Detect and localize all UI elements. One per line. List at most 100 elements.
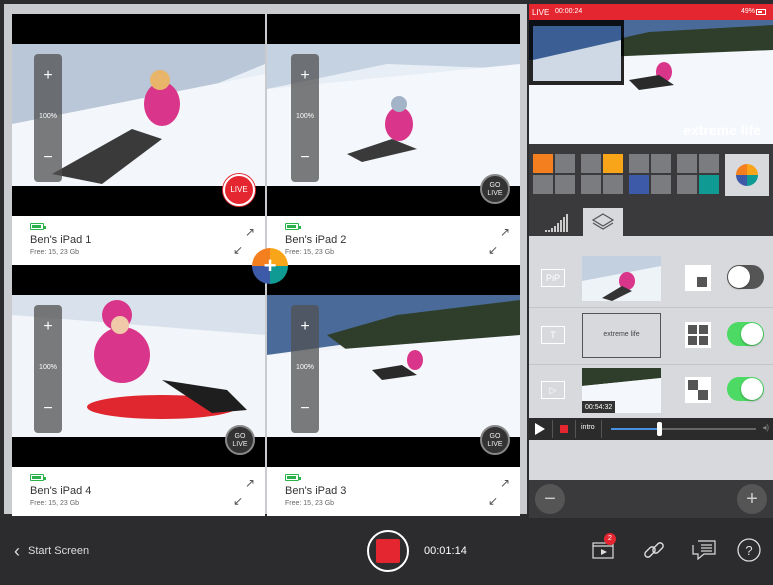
clip-progress-slider[interactable] [611, 422, 756, 436]
battery-icon [756, 9, 766, 15]
zoom-control-2[interactable]: + 100% − [291, 54, 319, 182]
camera-cell-4[interactable]: + 100% − GO LIVE Ben's iPad 4 Free: 15, … [12, 265, 265, 516]
zoom-in-button-1[interactable]: + [34, 68, 62, 84]
expand-icon-3[interactable]: ↗ ↙ [488, 477, 510, 507]
zoom-out-button-3[interactable]: − [291, 401, 319, 417]
multiview-icon [736, 164, 758, 186]
go-live-label: LIVE [487, 441, 503, 448]
camera-info-2: Ben's iPad 2 Free: 15, 23 Gb ↗ ↙ [267, 216, 520, 265]
toggle-knob [741, 378, 763, 400]
layout-option-multi[interactable] [725, 154, 769, 196]
camera-cell-3[interactable]: + 100% − GO LIVE Ben's iPad 3 Free: 15, … [267, 265, 520, 516]
toggle-knob [728, 266, 750, 288]
link-button[interactable] [640, 536, 668, 564]
camera-feed-1[interactable]: + 100% − LIVE [12, 14, 265, 216]
clip-duration: 00:54:32 [585, 404, 613, 411]
go-live-button-3[interactable]: GO LIVE [480, 425, 510, 455]
zoom-control-1[interactable]: + 100% − [34, 54, 62, 182]
zoom-out-button-1[interactable]: − [34, 150, 62, 166]
layout-option-2[interactable] [581, 154, 625, 196]
svg-text:?: ? [745, 543, 752, 558]
bottom-toolbar: ‹ Start Screen 00:01:14 2 ? [0, 518, 773, 585]
tab-layers[interactable] [583, 208, 623, 236]
play-icon[interactable] [535, 423, 545, 435]
title-icon: T [541, 326, 565, 344]
go-live-button-4[interactable]: GO LIVE [225, 425, 255, 455]
layout-option-4[interactable] [677, 154, 721, 196]
chevron-left-icon: ‹ [14, 541, 20, 561]
panel-tabs [529, 204, 773, 236]
camera-cell-1[interactable]: + 100% − LIVE Ben's iPad 1 Free: 15, 23 … [12, 14, 265, 265]
volume-icon[interactable]: ◂) [762, 423, 769, 432]
live-time: 00:00:24 [555, 8, 583, 15]
live-badge-1[interactable]: LIVE [223, 174, 255, 206]
zoom-in-button-3[interactable]: + [291, 319, 319, 335]
layout-option-3[interactable] [629, 154, 673, 196]
layout-option-1[interactable] [533, 154, 577, 196]
zoom-level-2: 100% [296, 113, 314, 120]
live-status: LIVE [532, 8, 550, 17]
camera-info-3: Ben's iPad 3 Free: 15, 23 Gb ↗ ↙ [267, 467, 520, 516]
battery-icon [30, 474, 46, 481]
add-layer-button[interactable]: + [737, 484, 767, 514]
zoom-control-4[interactable]: + 100% − [34, 305, 62, 433]
tab-audio-mixer[interactable] [537, 208, 577, 236]
pip-thumbnail[interactable] [582, 256, 661, 301]
clip-layout-icon[interactable] [685, 377, 711, 403]
layer-row-pip: PiP [529, 252, 773, 308]
overlay-title: extreme life [683, 122, 761, 138]
stop-icon[interactable] [560, 425, 568, 433]
clip-toggle[interactable] [727, 377, 764, 401]
camera-feed-2[interactable]: + 100% − GO LIVE [267, 14, 520, 216]
camera-info-4: Ben's iPad 4 Free: 15, 23 Gb ↗ ↙ [12, 467, 265, 516]
program-preview[interactable]: extreme life [529, 20, 773, 144]
title-layout-icon[interactable] [685, 322, 711, 348]
help-button[interactable]: ? [735, 536, 763, 564]
clip-name: intro [581, 424, 595, 431]
record-button[interactable] [367, 530, 409, 572]
device-free-4: Free: 15, 23 Gb [30, 500, 80, 507]
media-library-button[interactable]: 2 [590, 533, 618, 564]
battery-icon [285, 474, 301, 481]
zoom-in-button-2[interactable]: + [291, 68, 319, 84]
go-live-label: GO [234, 433, 246, 440]
layout-picker [529, 144, 773, 204]
expand-icon-4[interactable]: ↗ ↙ [233, 477, 255, 507]
notification-badge: 2 [604, 533, 616, 545]
title-toggle[interactable] [727, 322, 764, 346]
zoom-in-button-4[interactable]: + [34, 319, 62, 335]
chat-button[interactable] [690, 536, 718, 564]
zoom-out-button-2[interactable]: − [291, 150, 319, 166]
go-live-label: GO [489, 182, 501, 189]
slider-thumb[interactable] [656, 422, 662, 436]
back-button[interactable]: ‹ Start Screen [14, 540, 89, 562]
camera-feed-3[interactable]: + 100% − GO LIVE [267, 265, 520, 467]
go-live-label: LIVE [487, 190, 503, 197]
add-camera-button[interactable]: + [252, 248, 288, 284]
go-live-label: LIVE [232, 441, 248, 448]
device-name-2: Ben's iPad 2 [285, 234, 347, 246]
divider [601, 420, 602, 438]
battery-percent: 49% [740, 8, 755, 15]
title-text: extreme life [603, 331, 640, 338]
expand-icon-2[interactable]: ↗ ↙ [488, 226, 510, 256]
recording-timer: 00:01:14 [424, 545, 467, 557]
remove-layer-button[interactable]: − [535, 484, 565, 514]
pip-position-icon[interactable] [685, 265, 711, 291]
camera-cell-2[interactable]: + 100% − GO LIVE Ben's iPad 2 Free: 15, … [267, 14, 520, 265]
clip-thumbnail[interactable]: 00:54:32 [582, 368, 661, 413]
camera-feed-4[interactable]: + 100% − GO LIVE [12, 265, 265, 467]
title-thumbnail[interactable]: extreme life [582, 313, 661, 358]
device-free-1: Free: 15, 23 Gb [30, 249, 80, 256]
zoom-out-button-4[interactable]: − [34, 401, 62, 417]
pip-icon: PiP [541, 269, 565, 287]
app-window: + 100% − LIVE Ben's iPad 1 Free: 15, 23 … [0, 0, 773, 585]
divider [575, 420, 576, 438]
zoom-control-3[interactable]: + 100% − [291, 305, 319, 433]
pip-toggle[interactable] [727, 265, 764, 289]
go-live-button-2[interactable]: GO LIVE [480, 174, 510, 204]
pip-corner [697, 277, 707, 287]
battery-icon [30, 223, 46, 230]
preview-status-bar: LIVE 00:00:24 49% [529, 4, 773, 20]
link-icon [644, 542, 664, 558]
